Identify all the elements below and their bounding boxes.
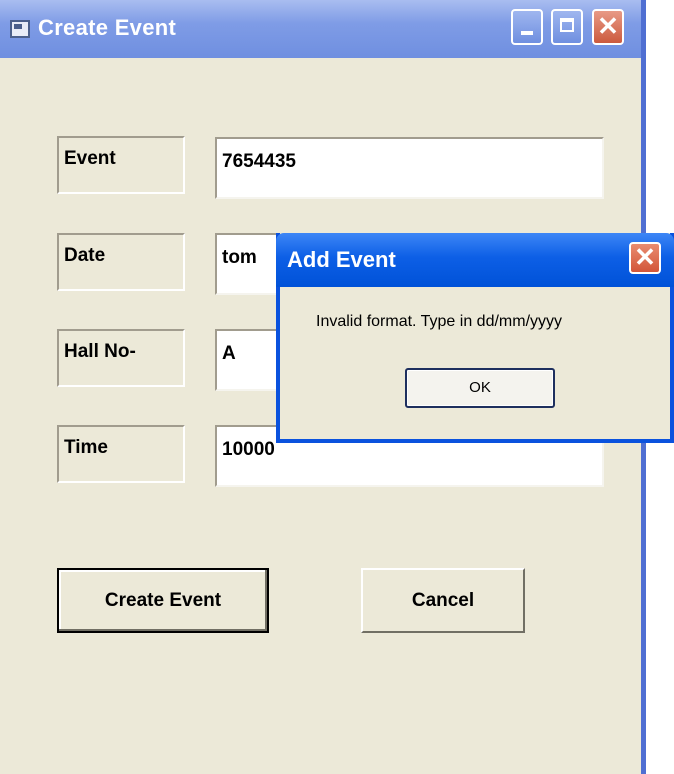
maximize-icon: [560, 18, 574, 32]
date-label: Date: [57, 233, 185, 291]
close-button[interactable]: ✕: [592, 9, 624, 45]
dialog-titlebar[interactable]: Add Event ✕: [276, 233, 674, 287]
window-title: Create Event: [38, 15, 177, 40]
dialog-message: Invalid format. Type in dd/mm/yyyy: [316, 313, 563, 330]
close-icon: ✕: [597, 11, 619, 41]
maximize-button[interactable]: [551, 9, 583, 45]
event-label: Event: [57, 136, 185, 194]
app-window-icon: [10, 20, 30, 38]
minimize-icon: [521, 31, 533, 35]
dialog-title: Add Event: [287, 247, 396, 272]
minimize-button[interactable]: [511, 9, 543, 45]
hall-no-label: Hall No-: [57, 329, 185, 387]
add-event-dialog: Add Event ✕ Invalid format. Type in dd/m…: [276, 233, 674, 443]
cancel-button[interactable]: Cancel: [361, 568, 525, 633]
ok-button[interactable]: OK: [405, 368, 555, 408]
window-titlebar[interactable]: Create Event ✕: [0, 0, 641, 58]
close-icon: ✕: [634, 242, 656, 272]
create-event-button[interactable]: Create Event: [57, 568, 269, 633]
dialog-close-button[interactable]: ✕: [629, 242, 661, 274]
time-label: Time: [57, 425, 185, 483]
event-input[interactable]: 7654435: [215, 137, 604, 199]
